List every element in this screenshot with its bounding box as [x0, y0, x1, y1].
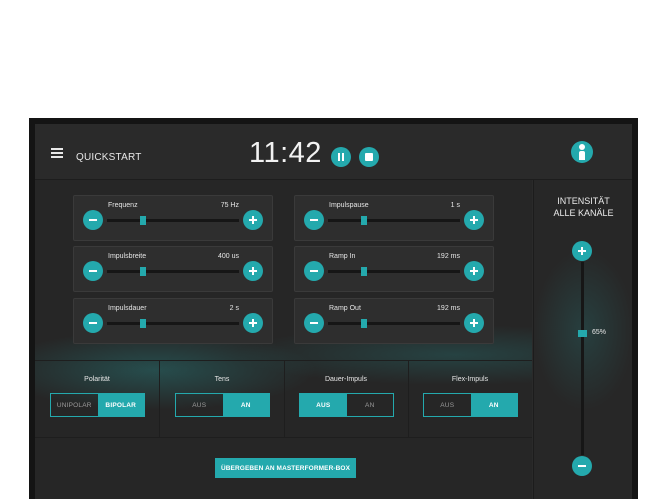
param-slider[interactable] [328, 319, 460, 328]
decrease-button[interactable] [304, 261, 324, 281]
segmented-control: AUS AN [175, 393, 270, 417]
param-value: 400 us [217, 253, 239, 260]
segmented-control: UNIPOLAR BIPOLAR [50, 393, 145, 417]
intensity-decrease-button[interactable] [572, 456, 592, 476]
submit-to-box-button[interactable]: ÜBERGEBEN AN MASTERFORMER-BOX [215, 458, 356, 478]
decrease-button[interactable] [304, 313, 324, 333]
param-value: 192 ms [437, 253, 460, 260]
segmented-control: AUS AN [299, 393, 394, 417]
intensity-slider[interactable] [578, 262, 587, 455]
slider-thumb[interactable] [139, 216, 146, 225]
pause-button[interactable] [331, 147, 351, 167]
toggle-group-flex-impuls: Flex-Impuls AUS AN [408, 361, 532, 437]
segment-option[interactable]: AUS [424, 394, 471, 416]
decrease-button[interactable] [83, 261, 103, 281]
param-card-impulsdauer: Impulsdauer 2 s [73, 298, 273, 344]
param-value: 75 Hz [220, 202, 239, 209]
param-label: Impulspause [329, 202, 369, 209]
segment-option[interactable]: UNIPOLAR [51, 394, 98, 416]
increase-button[interactable] [464, 261, 484, 281]
param-label: Ramp Out [329, 305, 361, 312]
increase-button[interactable] [243, 210, 263, 230]
intensity-slider-thumb[interactable] [578, 329, 587, 337]
pause-icon [338, 153, 340, 161]
toggle-title: Polarität [84, 376, 110, 383]
person-icon [579, 144, 585, 150]
increase-button[interactable] [243, 261, 263, 281]
segment-option[interactable]: AN [347, 394, 394, 416]
param-card-frequenz: Frequenz 75 Hz [73, 195, 273, 241]
param-label: Ramp In [329, 253, 356, 260]
param-card-impulsbreite: Impulsbreite 400 us [73, 246, 273, 292]
segment-option[interactable]: AN [470, 394, 517, 416]
segment-option[interactable]: AN [222, 394, 269, 416]
segment-option[interactable]: AUS [176, 394, 223, 416]
device-frame: QUICKSTART 11:42 Frequenz 75 Hz Impulsbr… [29, 118, 638, 499]
intensity-title-line: ALLE KANÄLE [553, 208, 614, 218]
increase-button[interactable] [464, 313, 484, 333]
person-icon-body [579, 151, 585, 160]
param-label: Impulsdauer [108, 305, 147, 312]
page-title: QUICKSTART [76, 152, 142, 163]
top-bar: QUICKSTART 11:42 [35, 124, 632, 180]
param-slider[interactable] [328, 267, 460, 276]
toggle-title: Tens [214, 376, 230, 383]
param-slider[interactable] [107, 267, 239, 276]
slider-thumb[interactable] [360, 267, 367, 276]
param-slider[interactable] [107, 216, 239, 225]
slider-thumb[interactable] [360, 319, 367, 328]
param-label: Frequenz [108, 202, 138, 209]
mode-toggles: Polarität UNIPOLAR BIPOLAR Tens AUS AN D… [35, 360, 532, 438]
param-card-ramp-in: Ramp In 192 ms [294, 246, 494, 292]
toggle-group-tens: Tens AUS AN [160, 361, 285, 437]
param-label: Impulsbreite [108, 253, 147, 260]
slider-thumb[interactable] [139, 267, 146, 276]
toggle-title: Dauer-Impuls [324, 376, 367, 383]
segmented-control: AUS AN [423, 393, 518, 417]
pause-icon-bar [342, 153, 344, 161]
param-value: 2 s [229, 305, 239, 312]
timer-display: 11:42 [249, 137, 322, 169]
toggle-group-dauer-impuls: Dauer-Impuls AUS AN [284, 361, 409, 437]
app-screen: QUICKSTART 11:42 Frequenz 75 Hz Impulsbr… [35, 124, 632, 499]
param-slider[interactable] [328, 216, 460, 225]
intensity-panel: INTENSITÄT ALLE KANÄLE 65% [533, 180, 632, 499]
user-profile-button[interactable] [571, 141, 593, 163]
decrease-button[interactable] [83, 210, 103, 230]
increase-button[interactable] [464, 210, 484, 230]
param-value: 192 ms [437, 305, 460, 312]
intensity-value: 65% [592, 328, 607, 336]
decrease-button[interactable] [304, 210, 324, 230]
param-card-ramp-out: Ramp Out 192 ms [294, 298, 494, 344]
decrease-button[interactable] [83, 313, 103, 333]
slider-thumb[interactable] [360, 216, 367, 225]
slider-thumb[interactable] [139, 319, 146, 328]
intensity-title: INTENSITÄT ALLE KANÄLE [534, 195, 632, 219]
increase-button[interactable] [243, 313, 263, 333]
settings-area: Frequenz 75 Hz Impulsbreite 400 us Impul… [35, 180, 532, 499]
hamburger-menu-icon[interactable] [51, 148, 63, 158]
intensity-title-line: INTENSITÄT [557, 196, 610, 206]
stop-icon [365, 153, 373, 161]
segment-option[interactable]: AUS [300, 394, 347, 416]
segment-option[interactable]: BIPOLAR [97, 394, 144, 416]
param-slider[interactable] [107, 319, 239, 328]
intensity-increase-button[interactable] [572, 241, 592, 261]
param-card-impulspause: Impulspause 1 s [294, 195, 494, 241]
param-value: 1 s [450, 202, 460, 209]
toggle-title: Flex-Impuls [451, 376, 489, 383]
toggle-group-polaritaet: Polarität UNIPOLAR BIPOLAR [35, 361, 160, 437]
stop-button[interactable] [359, 147, 379, 167]
